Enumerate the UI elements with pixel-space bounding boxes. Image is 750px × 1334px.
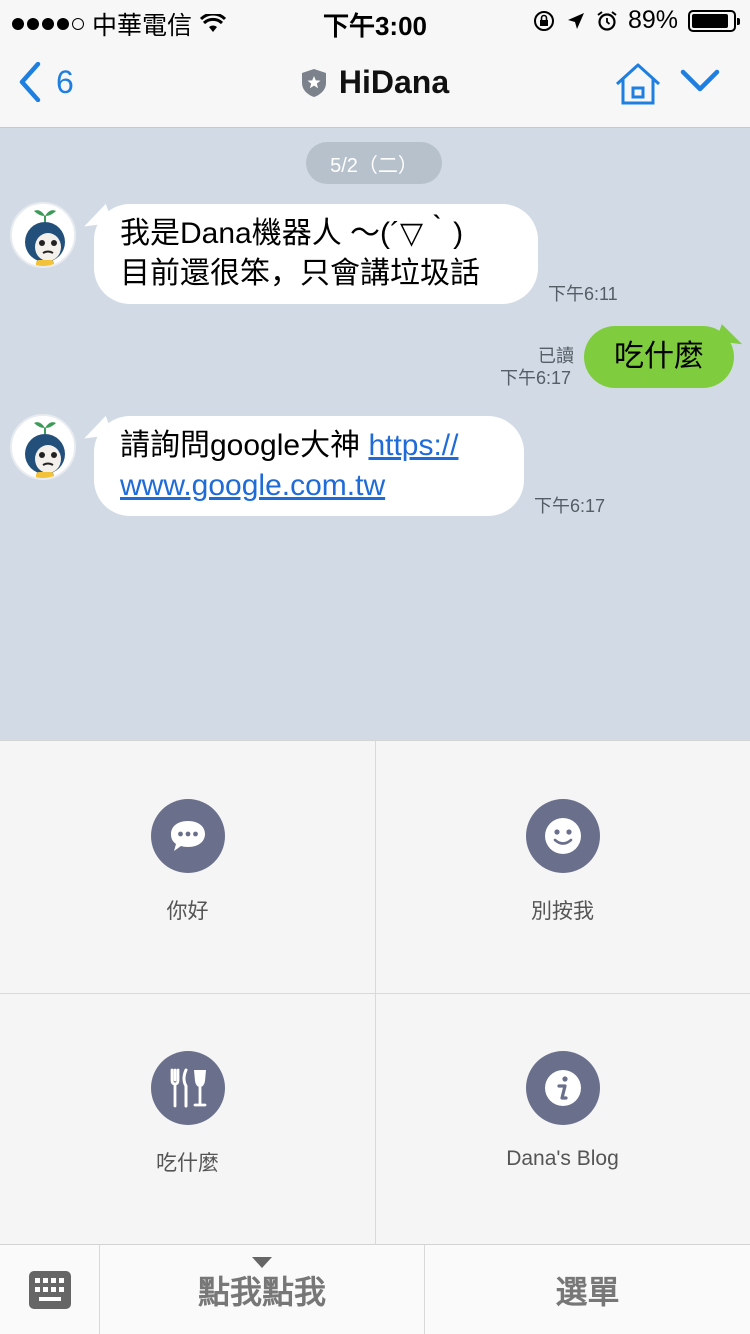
menu-item-hello[interactable]: 你好 (0, 741, 375, 993)
message-line: www.google.com.tw (120, 466, 498, 506)
message-text: 吃什麼 (614, 340, 704, 373)
info-icon (525, 1051, 600, 1125)
chevron-down-icon (680, 69, 720, 92)
battery-percent: 89% (627, 6, 678, 34)
url-link[interactable]: https:// (368, 429, 458, 462)
smiley-icon (525, 799, 600, 873)
message-line: 目前還很笨，只會講垃圾話 (120, 257, 480, 290)
chat-bubble-icon (150, 799, 225, 873)
message-time: 下午6:17 (534, 496, 606, 516)
sprout-character-icon (12, 416, 74, 478)
tap-me-label: 點我點我 (197, 1274, 326, 1310)
menu-item-label: 吃什麼 (156, 1152, 219, 1175)
message-text: 請詢問google大神 (120, 429, 369, 462)
url-link[interactable]: www.google.com.tw (120, 469, 385, 502)
menu-item-label: 你好 (166, 900, 209, 923)
fork-knife-glass-icon (150, 1051, 225, 1125)
battery-icon (688, 9, 740, 32)
menu-item-what-to-eat[interactable]: 吃什麼 (0, 993, 375, 1245)
alarm-icon (597, 10, 617, 31)
bot-avatar[interactable] (10, 414, 76, 480)
message-line: 請詢問google大神 https:// (120, 426, 498, 466)
bottom-bar: 點我點我 選單 (0, 1244, 750, 1334)
date-separator: 5/2（二） (306, 142, 442, 184)
triangle-down-icon (252, 1257, 272, 1268)
status-right: 89% (532, 6, 740, 35)
home-icon (615, 63, 661, 105)
battery-fill (692, 13, 728, 28)
menu-item-label: Dana's Blog (506, 1147, 619, 1170)
expand-menu-button[interactable] (680, 68, 720, 99)
home-button[interactable] (614, 62, 662, 111)
chat-area[interactable]: 5/2（二） 我是Dana機器人 ～(´▽｀) 目前還很笨，只會講垃圾話 下午6… (0, 128, 750, 740)
official-shield-icon (301, 68, 326, 97)
sprout-character-icon (12, 204, 74, 266)
nav-bar: 6 HiDana (0, 40, 750, 128)
menu-toggle-button[interactable]: 選單 (425, 1245, 750, 1334)
message-bubble-self[interactable]: 吃什麼 (584, 326, 734, 388)
menu-item-dont-press[interactable]: 別按我 (375, 741, 750, 993)
chat-title: HiDana (338, 64, 450, 100)
message-bubble-bot[interactable]: 請詢問google大神 https:// www.google.com.tw (94, 416, 524, 516)
menu-item-danas-blog[interactable]: Dana's Blog (375, 993, 750, 1245)
menu-toggle-label: 選單 (555, 1274, 620, 1310)
message-time: 下午6:17 (500, 368, 572, 388)
keyboard-button[interactable] (0, 1245, 100, 1334)
status-bar: 中華電信 下午3:00 89% (0, 0, 750, 41)
location-arrow-icon (567, 12, 584, 29)
orientation-lock-icon (533, 10, 554, 31)
message-time: 下午6:11 (548, 284, 618, 304)
bot-avatar[interactable] (10, 202, 76, 268)
keyboard-icon (28, 1271, 71, 1309)
message-line: 我是Dana機器人 ～(´▽｀) (120, 217, 464, 250)
rich-menu: 你好 別按我 吃什麼 Dana's Blog (0, 740, 750, 1245)
message-bubble-bot[interactable]: 我是Dana機器人 ～(´▽｀) 目前還很笨，只會講垃圾話 (94, 204, 538, 304)
menu-item-label: 別按我 (531, 900, 594, 923)
